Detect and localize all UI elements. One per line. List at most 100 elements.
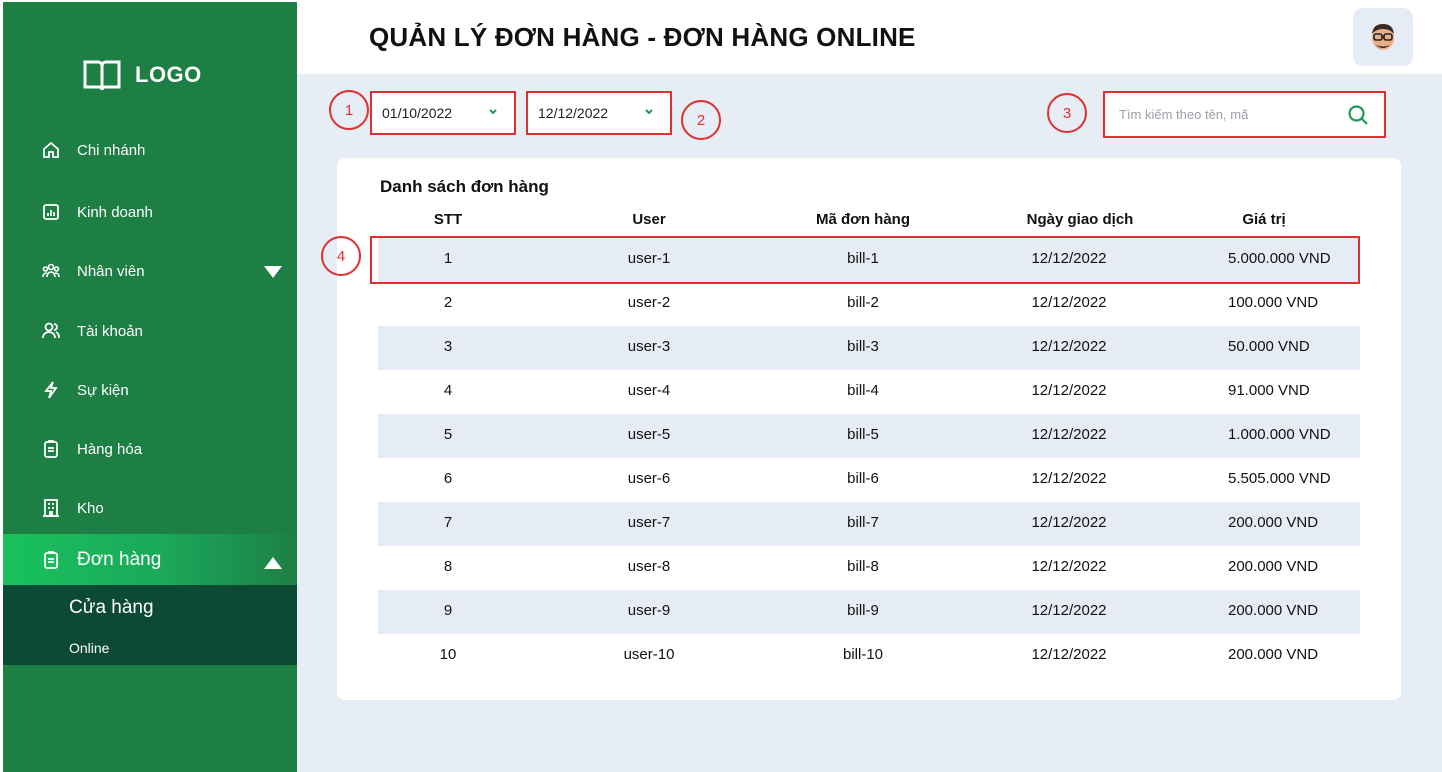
cell-user: user-10 xyxy=(623,646,675,663)
chevron-down-icon xyxy=(645,109,653,115)
cell-user: user-6 xyxy=(627,470,671,487)
sidebar-item-label: Sự kiện xyxy=(77,381,129,399)
avatar-face-icon xyxy=(1372,24,1394,50)
cell-user: user-9 xyxy=(627,602,671,619)
annotation-marker-2: 2 xyxy=(681,100,721,140)
sidebar-item-kho[interactable]: Kho xyxy=(41,496,104,520)
cell-date: 12/12/2022 xyxy=(1031,250,1107,267)
avatar[interactable] xyxy=(1353,8,1413,66)
cell-bill: bill-1 xyxy=(847,250,879,267)
table-row[interactable]: 9 user-9 bill-9 12/12/2022 200.000 VND xyxy=(378,590,1360,634)
cell-user: user-5 xyxy=(627,426,671,443)
table-row[interactable]: 4 user-4 bill-4 12/12/2022 91.000 VND xyxy=(378,370,1360,414)
book-icon xyxy=(83,60,121,91)
sidebar-item-label: Đơn hàng xyxy=(77,549,162,570)
annotation-marker-3: 3 xyxy=(1047,93,1087,133)
column-header-value: Giá trị xyxy=(1242,211,1286,228)
column-header-date: Ngày giao dịch xyxy=(1026,211,1134,228)
annotation-marker-4: 4 xyxy=(321,236,361,276)
cell-user: user-1 xyxy=(627,250,671,267)
sidebar-item-nhan-vien[interactable]: Nhân viên xyxy=(41,259,145,283)
cell-date: 12/12/2022 xyxy=(1031,470,1107,487)
submenu: Cửa hàng Online xyxy=(3,585,297,665)
chevron-down-icon[interactable] xyxy=(264,266,282,278)
cell-bill: bill-7 xyxy=(847,514,879,531)
chart-icon xyxy=(41,202,61,222)
cell-value: 5.000.000 VND xyxy=(1228,250,1331,267)
table-row[interactable]: 10 user-10 bill-10 12/12/2022 200.000 VN… xyxy=(378,634,1360,678)
sidebar-item-hang-hoa[interactable]: Hàng hóa xyxy=(41,437,142,461)
sidebar-item-tai-khoan[interactable]: Tài khoản xyxy=(41,319,143,343)
cell-user: user-3 xyxy=(627,338,671,355)
cell-value: 200.000 VND xyxy=(1228,514,1319,531)
cell-date: 12/12/2022 xyxy=(1031,558,1107,575)
cell-bill: bill-8 xyxy=(847,558,879,575)
cell-value: 100.000 VND xyxy=(1228,294,1319,311)
cell-date: 12/12/2022 xyxy=(1031,382,1107,399)
cell-bill: bill-3 xyxy=(847,338,879,355)
sidebar-item-don-hang[interactable]: Đơn hàng xyxy=(41,548,161,572)
sidebar: LOGO Chi nhánh Kinh doanh Nhân viên Tài … xyxy=(3,2,297,772)
cell-stt: 6 xyxy=(443,470,453,487)
table-row[interactable]: 8 user-8 bill-8 12/12/2022 200.000 VND xyxy=(378,546,1360,590)
chevron-up-icon[interactable] xyxy=(264,557,282,569)
logo-text: LOGO xyxy=(135,62,202,87)
cell-value: 50.000 VND xyxy=(1228,338,1310,355)
table-row[interactable]: 6 user-6 bill-6 12/12/2022 5.505.000 VND xyxy=(378,458,1360,502)
clipboard-icon xyxy=(41,439,61,459)
cell-date: 12/12/2022 xyxy=(1031,514,1107,531)
cell-bill: bill-4 xyxy=(847,382,879,399)
cell-value: 200.000 VND xyxy=(1228,558,1319,575)
search-icon[interactable] xyxy=(1346,103,1370,127)
from-date-select[interactable]: 01/10/2022 xyxy=(370,91,516,135)
submenu-item-online[interactable]: Online xyxy=(69,640,109,656)
cell-value: 200.000 VND xyxy=(1228,602,1319,619)
sidebar-item-su-kien[interactable]: Sự kiện xyxy=(41,378,129,402)
sidebar-item-kinh-doanh[interactable]: Kinh doanh xyxy=(41,200,153,224)
from-date-value: 01/10/2022 xyxy=(382,105,453,121)
cell-value: 5.505.000 VND xyxy=(1228,470,1331,487)
sidebar-item-label: Hàng hóa xyxy=(77,440,143,458)
cell-bill: bill-5 xyxy=(847,426,879,443)
logo[interactable]: LOGO xyxy=(83,58,202,92)
sidebar-item-label: Kinh doanh xyxy=(77,203,153,221)
cell-stt: 2 xyxy=(443,294,453,311)
table-row[interactable]: 3 user-3 bill-3 12/12/2022 50.000 VND xyxy=(378,326,1360,370)
cell-bill: bill-10 xyxy=(842,646,884,663)
cell-bill: bill-9 xyxy=(847,602,879,619)
orders-title: Danh sách đơn hàng xyxy=(380,177,549,196)
sidebar-item-chi-nhanh[interactable]: Chi nhánh xyxy=(41,138,145,162)
column-header-user: User xyxy=(632,211,666,228)
cell-date: 12/12/2022 xyxy=(1031,338,1107,355)
cell-date: 12/12/2022 xyxy=(1031,294,1107,311)
search-box[interactable] xyxy=(1103,91,1386,138)
cell-user: user-4 xyxy=(627,382,671,399)
cell-value: 1.000.000 VND xyxy=(1228,426,1331,443)
column-header-bill: Mã đơn hàng xyxy=(816,211,910,228)
search-input[interactable] xyxy=(1119,107,1329,122)
cell-value: 91.000 VND xyxy=(1228,382,1310,399)
column-header-stt: STT xyxy=(433,211,463,228)
cell-date: 12/12/2022 xyxy=(1031,646,1107,663)
to-date-select[interactable]: 12/12/2022 xyxy=(526,91,672,135)
cell-user: user-8 xyxy=(627,558,671,575)
cell-stt: 4 xyxy=(443,382,453,399)
cell-user: user-7 xyxy=(627,514,671,531)
chevron-down-icon xyxy=(489,109,497,115)
cell-stt: 5 xyxy=(443,426,453,443)
cell-stt: 7 xyxy=(443,514,453,531)
cell-stt: 3 xyxy=(443,338,453,355)
cell-stt: 10 xyxy=(439,646,457,663)
table-row[interactable]: 7 user-7 bill-7 12/12/2022 200.000 VND xyxy=(378,502,1360,546)
cell-value: 200.000 VND xyxy=(1228,646,1319,663)
sidebar-item-label: Kho xyxy=(77,499,104,517)
table-row[interactable]: 1 user-1 bill-1 12/12/2022 5.000.000 VND xyxy=(378,238,1360,282)
sidebar-item-label: Tài khoản xyxy=(77,322,143,340)
page-title: QUẢN LÝ ĐƠN HÀNG - ĐƠN HÀNG ONLINE xyxy=(369,22,916,52)
cell-stt: 9 xyxy=(443,602,453,619)
users-icon xyxy=(41,261,61,281)
table-row[interactable]: 2 user-2 bill-2 12/12/2022 100.000 VND xyxy=(378,282,1360,326)
lightning-icon xyxy=(41,380,61,400)
table-row[interactable]: 5 user-5 bill-5 12/12/2022 1.000.000 VND xyxy=(378,414,1360,458)
submenu-item-cua-hang[interactable]: Cửa hàng xyxy=(69,597,154,619)
